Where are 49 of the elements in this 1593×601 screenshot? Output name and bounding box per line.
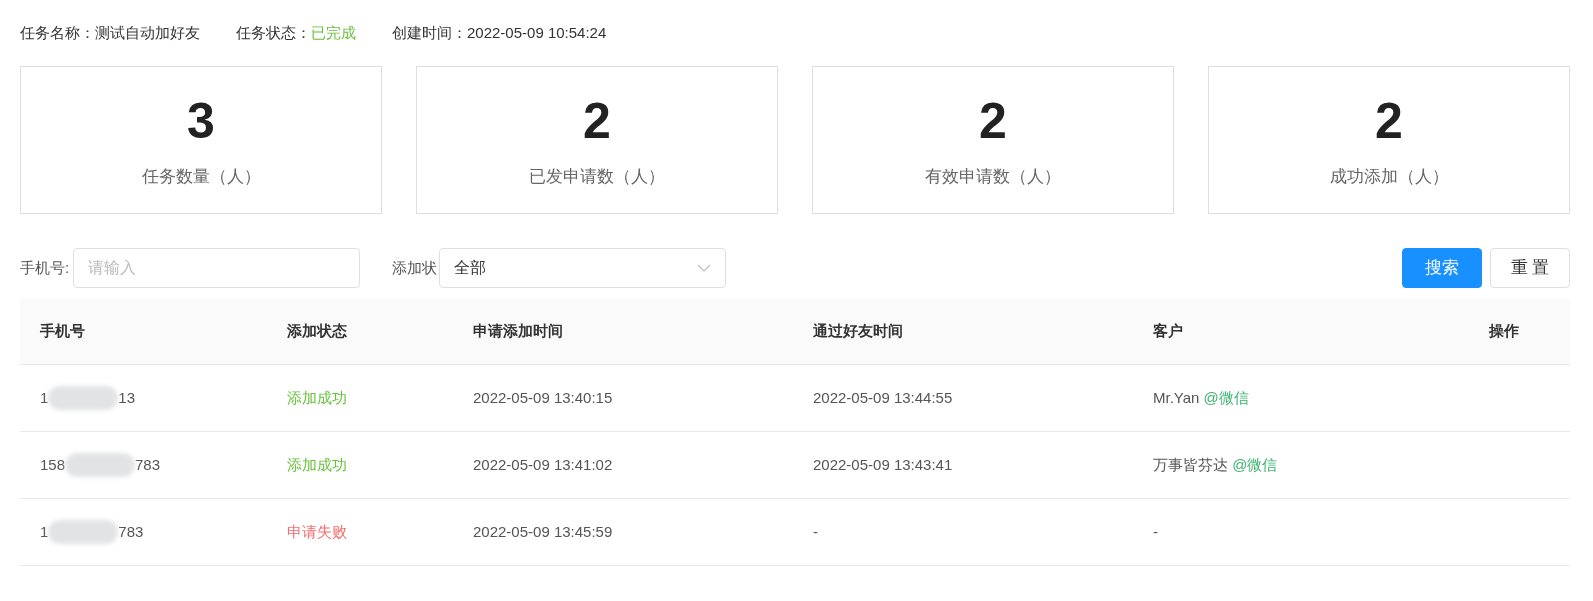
redaction-blur bbox=[65, 453, 136, 477]
stat-label: 成功添加（人） bbox=[1329, 166, 1449, 189]
status-cell-text: 添加成功 bbox=[286, 387, 348, 408]
info-value: 已完成 bbox=[311, 22, 356, 43]
column-header: 客户 bbox=[1152, 321, 1184, 342]
customer-name: Mr.Yan bbox=[1153, 388, 1200, 406]
chevron-down-icon bbox=[697, 264, 712, 272]
phone-cell-text: 158 bbox=[40, 454, 66, 475]
table-cell-text: - bbox=[812, 521, 819, 542]
customer-name: - bbox=[1153, 522, 1158, 540]
column-header: 操作 bbox=[1488, 321, 1520, 342]
phone-cell-text: 783 bbox=[118, 521, 144, 542]
stat-label: 有效申请数（人） bbox=[925, 166, 1061, 189]
phone-cell-text: 783 bbox=[135, 454, 161, 475]
redaction-blur bbox=[48, 520, 119, 544]
channel-tag: @微信 bbox=[1232, 455, 1278, 473]
stat-label: 已发申请数（人） bbox=[529, 166, 665, 189]
channel-tag: @微信 bbox=[1203, 388, 1249, 406]
phone-cell-text: 1 bbox=[40, 521, 49, 542]
table-cell-text: 2022-05-09 13:44:55 bbox=[812, 387, 954, 408]
table-cell-text: 2022-05-09 13:40:15 bbox=[472, 387, 614, 408]
stat-value: 2 bbox=[1375, 96, 1403, 147]
status-cell-text: 申请失败 bbox=[286, 521, 348, 542]
column-header: 通过好友时间 bbox=[812, 321, 904, 342]
stat-label: 任务数量（人） bbox=[141, 166, 261, 189]
stat-value: 2 bbox=[979, 96, 1007, 147]
status-select[interactable]: 全部 bbox=[439, 248, 727, 288]
reset-button[interactable]: 重 置 bbox=[1490, 248, 1570, 288]
column-header: 手机号 bbox=[39, 321, 86, 342]
phone-cell-text: 1 bbox=[40, 387, 49, 408]
column-header: 申请添加时间 bbox=[472, 321, 564, 342]
column-header: 添加状态 bbox=[286, 321, 348, 342]
info-value: 2022-05-09 10:54:24 bbox=[467, 22, 607, 43]
status-label: 添加状 bbox=[392, 257, 438, 278]
table-cell-text: 2022-05-09 13:43:41 bbox=[812, 454, 954, 475]
status-cell-text: 添加成功 bbox=[286, 454, 348, 475]
redaction-blur bbox=[48, 386, 119, 410]
phone-input[interactable]: 请输入 bbox=[73, 248, 361, 288]
info-label: 任务名称： bbox=[20, 22, 95, 43]
phone-label: 手机号: bbox=[20, 257, 70, 278]
info-label: 任务状态： bbox=[236, 22, 311, 43]
table-cell-text: 2022-05-09 13:41:02 bbox=[472, 454, 614, 475]
info-value: 测试自动加好友 bbox=[95, 22, 200, 43]
info-label: 创建时间： bbox=[392, 22, 467, 43]
stat-value: 2 bbox=[583, 96, 611, 147]
customer-name: 万事皆芬达 bbox=[1153, 455, 1228, 473]
stat-value: 3 bbox=[187, 96, 215, 147]
phone-cell-text: 13 bbox=[118, 387, 136, 408]
table-cell-text: 2022-05-09 13:45:59 bbox=[472, 521, 614, 542]
